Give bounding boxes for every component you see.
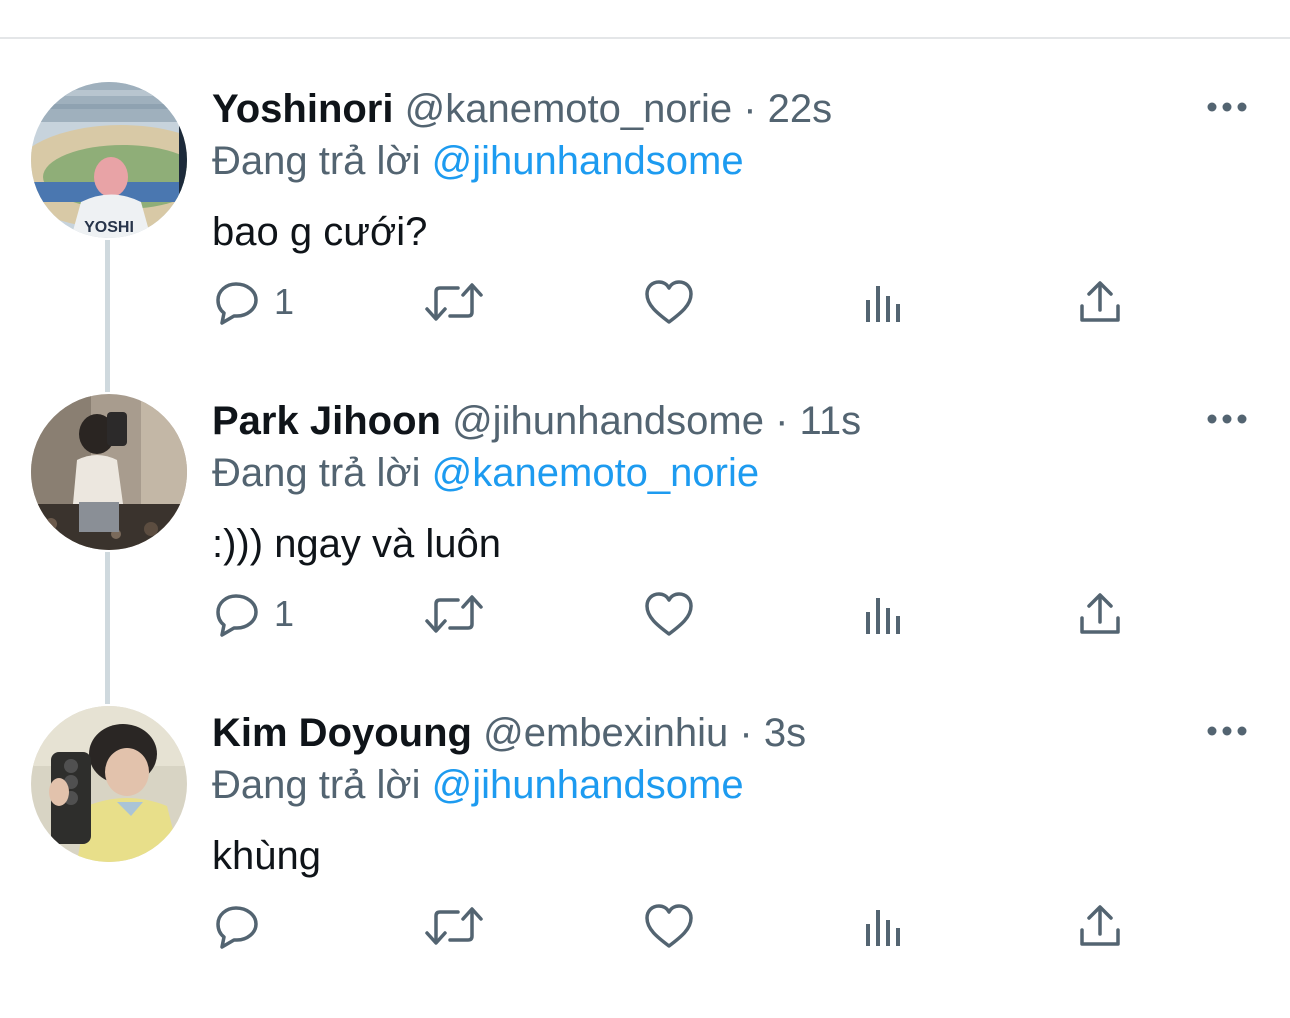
tweet[interactable]: Kim Doyoung @embexinhiu · 3s Đang trả lờ… — [0, 706, 1290, 1018]
ellipsis-icon — [1207, 102, 1247, 112]
avatar[interactable] — [31, 706, 187, 862]
handle[interactable]: @kanemoto_norie — [405, 87, 732, 131]
mention-link[interactable]: @jihunhandsome — [432, 763, 744, 807]
avatar[interactable]: YOSHI — [31, 82, 187, 238]
like-button[interactable] — [643, 582, 695, 646]
speech-bubble-icon — [216, 594, 258, 637]
views-button[interactable] — [862, 894, 908, 958]
reply-count: 1 — [274, 281, 295, 322]
tweet[interactable]: Park Jihoon @jihunhandsome · 11s Đang tr… — [0, 394, 1290, 706]
share-upload-icon — [1080, 905, 1120, 946]
mention-link[interactable]: @jihunhandsome — [432, 139, 744, 183]
timestamp[interactable]: 11s — [800, 399, 862, 443]
action-bar: 1 — [0, 582, 1290, 646]
more-options-button[interactable] — [1200, 716, 1254, 746]
tweet-header: Yoshinori @kanemoto_norie · 22s — [212, 84, 832, 134]
avatar-caption: YOSHI — [84, 219, 134, 236]
tweet-text: khùng — [212, 834, 321, 878]
retweet-arrows-icon — [425, 283, 483, 321]
replying-label: Đang trả lời — [212, 763, 432, 807]
replying-label: Đang trả lời — [212, 139, 432, 183]
bar-chart-icon — [866, 286, 900, 322]
share-button[interactable] — [1076, 582, 1124, 646]
like-button[interactable] — [643, 894, 695, 958]
like-button[interactable] — [643, 270, 695, 334]
reply-button[interactable]: 1 — [214, 270, 294, 334]
tweet-header: Kim Doyoung @embexinhiu · 3s — [212, 708, 806, 758]
mention-link[interactable]: @kanemoto_norie — [432, 451, 759, 495]
share-button[interactable] — [1076, 894, 1124, 958]
bar-chart-icon — [866, 910, 900, 946]
tweet-header: Park Jihoon @jihunhandsome · 11s — [212, 396, 861, 446]
tweet[interactable]: YOSHI Yoshinori @kanemoto_norie · 22s Đa… — [0, 82, 1290, 394]
separator: · — [764, 399, 800, 443]
retweet-button[interactable] — [424, 894, 484, 958]
heart-icon — [645, 280, 693, 324]
replying-to-line: Đang trả lời @jihunhandsome — [212, 760, 744, 810]
tweet-text: :))) ngay và luôn — [212, 522, 502, 566]
timestamp[interactable]: 22s — [768, 87, 833, 131]
heart-icon — [645, 904, 693, 948]
more-options-button[interactable] — [1200, 404, 1254, 434]
replying-label: Đang trả lời — [212, 451, 432, 495]
replying-to-line: Đang trả lời @jihunhandsome — [212, 136, 744, 186]
retweet-arrows-icon — [425, 595, 483, 633]
share-upload-icon — [1080, 281, 1120, 322]
speech-bubble-icon — [216, 906, 258, 949]
retweet-button[interactable] — [424, 270, 484, 334]
ellipsis-icon — [1207, 414, 1247, 424]
separator: · — [728, 711, 764, 755]
heart-icon — [645, 592, 693, 636]
bar-chart-icon — [866, 598, 900, 634]
share-upload-icon — [1080, 593, 1120, 634]
handle[interactable]: @embexinhiu — [483, 711, 728, 755]
display-name[interactable]: Kim Doyoung — [212, 711, 472, 755]
display-name[interactable]: Yoshinori — [212, 87, 393, 131]
reply-button[interactable] — [214, 894, 274, 958]
views-button[interactable] — [862, 270, 908, 334]
reply-count: 1 — [274, 593, 295, 634]
avatar[interactable] — [31, 394, 187, 550]
display-name[interactable]: Park Jihoon — [212, 399, 441, 443]
timestamp[interactable]: 3s — [764, 711, 806, 755]
more-options-button[interactable] — [1200, 92, 1254, 122]
separator: · — [732, 87, 768, 131]
handle[interactable]: @jihunhandsome — [452, 399, 764, 443]
ellipsis-icon — [1207, 726, 1247, 736]
action-bar — [0, 894, 1290, 958]
share-button[interactable] — [1076, 270, 1124, 334]
retweet-button[interactable] — [424, 582, 484, 646]
views-button[interactable] — [862, 582, 908, 646]
tweet-text: bao g cưới? — [212, 210, 428, 254]
action-bar: 1 — [0, 270, 1290, 334]
top-divider — [0, 37, 1290, 39]
reply-button[interactable]: 1 — [214, 582, 294, 646]
replying-to-line: Đang trả lời @kanemoto_norie — [212, 448, 759, 498]
retweet-arrows-icon — [425, 907, 483, 945]
speech-bubble-icon — [216, 282, 258, 325]
